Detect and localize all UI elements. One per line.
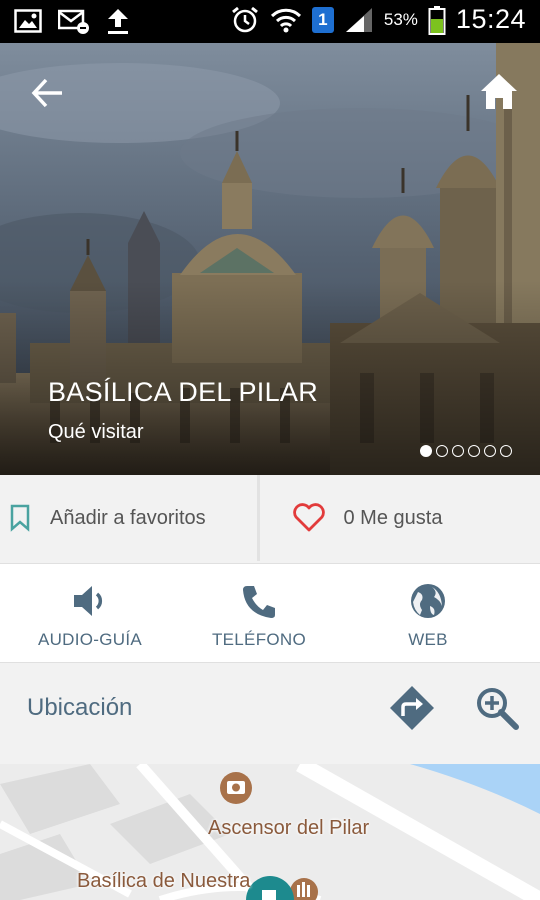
actions-row: Añadir a favoritos 0 Me gusta	[0, 475, 540, 561]
location-header: Ubicación	[0, 664, 540, 752]
back-arrow-icon[interactable]	[28, 73, 68, 113]
sim-badge: 1	[311, 6, 334, 33]
audio-guide-label: AUDIO-GUÍA	[37, 630, 143, 649]
web-label: WEB	[408, 630, 448, 649]
add-favorites-label: Añadir a favoritos	[50, 506, 206, 529]
location-label: Ubicación	[27, 694, 133, 721]
alarm-icon	[231, 6, 258, 32]
web-button[interactable]: WEB	[358, 582, 498, 650]
carousel-dot[interactable]	[468, 445, 480, 457]
hero-banner[interactable]: BASÍLICA DEL PILAR Qué visitar	[0, 43, 540, 475]
add-favorites-button[interactable]: Añadir a favoritos	[0, 475, 257, 561]
carousel-dot[interactable]	[420, 445, 432, 457]
wifi-icon	[270, 8, 301, 32]
location-map[interactable]: Ascensor del Pilar Basílica de Nuestra	[0, 764, 540, 900]
image-icon	[14, 9, 42, 33]
bookmark-icon	[8, 504, 32, 532]
signal-icon	[345, 7, 372, 32]
map-poi-label: Basílica de Nuestra	[77, 870, 251, 892]
globe-icon	[411, 584, 445, 618]
tools-row: AUDIO-GUÍA TELÉFONO WEB	[0, 563, 540, 663]
phone-icon	[243, 586, 275, 618]
like-count-label: 0 Me gusta	[343, 506, 443, 529]
map-poi-label: Ascensor del Pilar	[208, 817, 370, 839]
like-button[interactable]: 0 Me gusta	[256, 475, 540, 561]
status-bar: 1 53% 15:24	[0, 0, 540, 43]
zoom-in-icon[interactable]	[473, 684, 521, 732]
basilica-photo	[0, 43, 540, 475]
place-category: Qué visitar	[48, 421, 144, 443]
carousel-indicator[interactable]	[420, 445, 512, 457]
phone-label: TELÉFONO	[211, 630, 307, 649]
upload-icon	[108, 9, 128, 34]
speaker-icon	[74, 586, 103, 616]
carousel-dot[interactable]	[436, 445, 448, 457]
clock: 15:24	[455, 4, 526, 34]
directions-icon[interactable]	[388, 684, 436, 732]
place-title: BASÍLICA DEL PILAR	[48, 377, 319, 407]
heart-icon	[292, 503, 326, 533]
phone-button[interactable]: TELÉFONO	[189, 582, 329, 650]
mail-icon	[58, 9, 89, 34]
battery-icon	[428, 5, 446, 35]
battery-percent: 53%	[383, 9, 418, 29]
carousel-dot[interactable]	[500, 445, 512, 457]
home-icon[interactable]	[478, 71, 520, 113]
carousel-dot[interactable]	[452, 445, 464, 457]
carousel-dot[interactable]	[484, 445, 496, 457]
audio-guide-button[interactable]: AUDIO-GUÍA	[20, 582, 160, 650]
